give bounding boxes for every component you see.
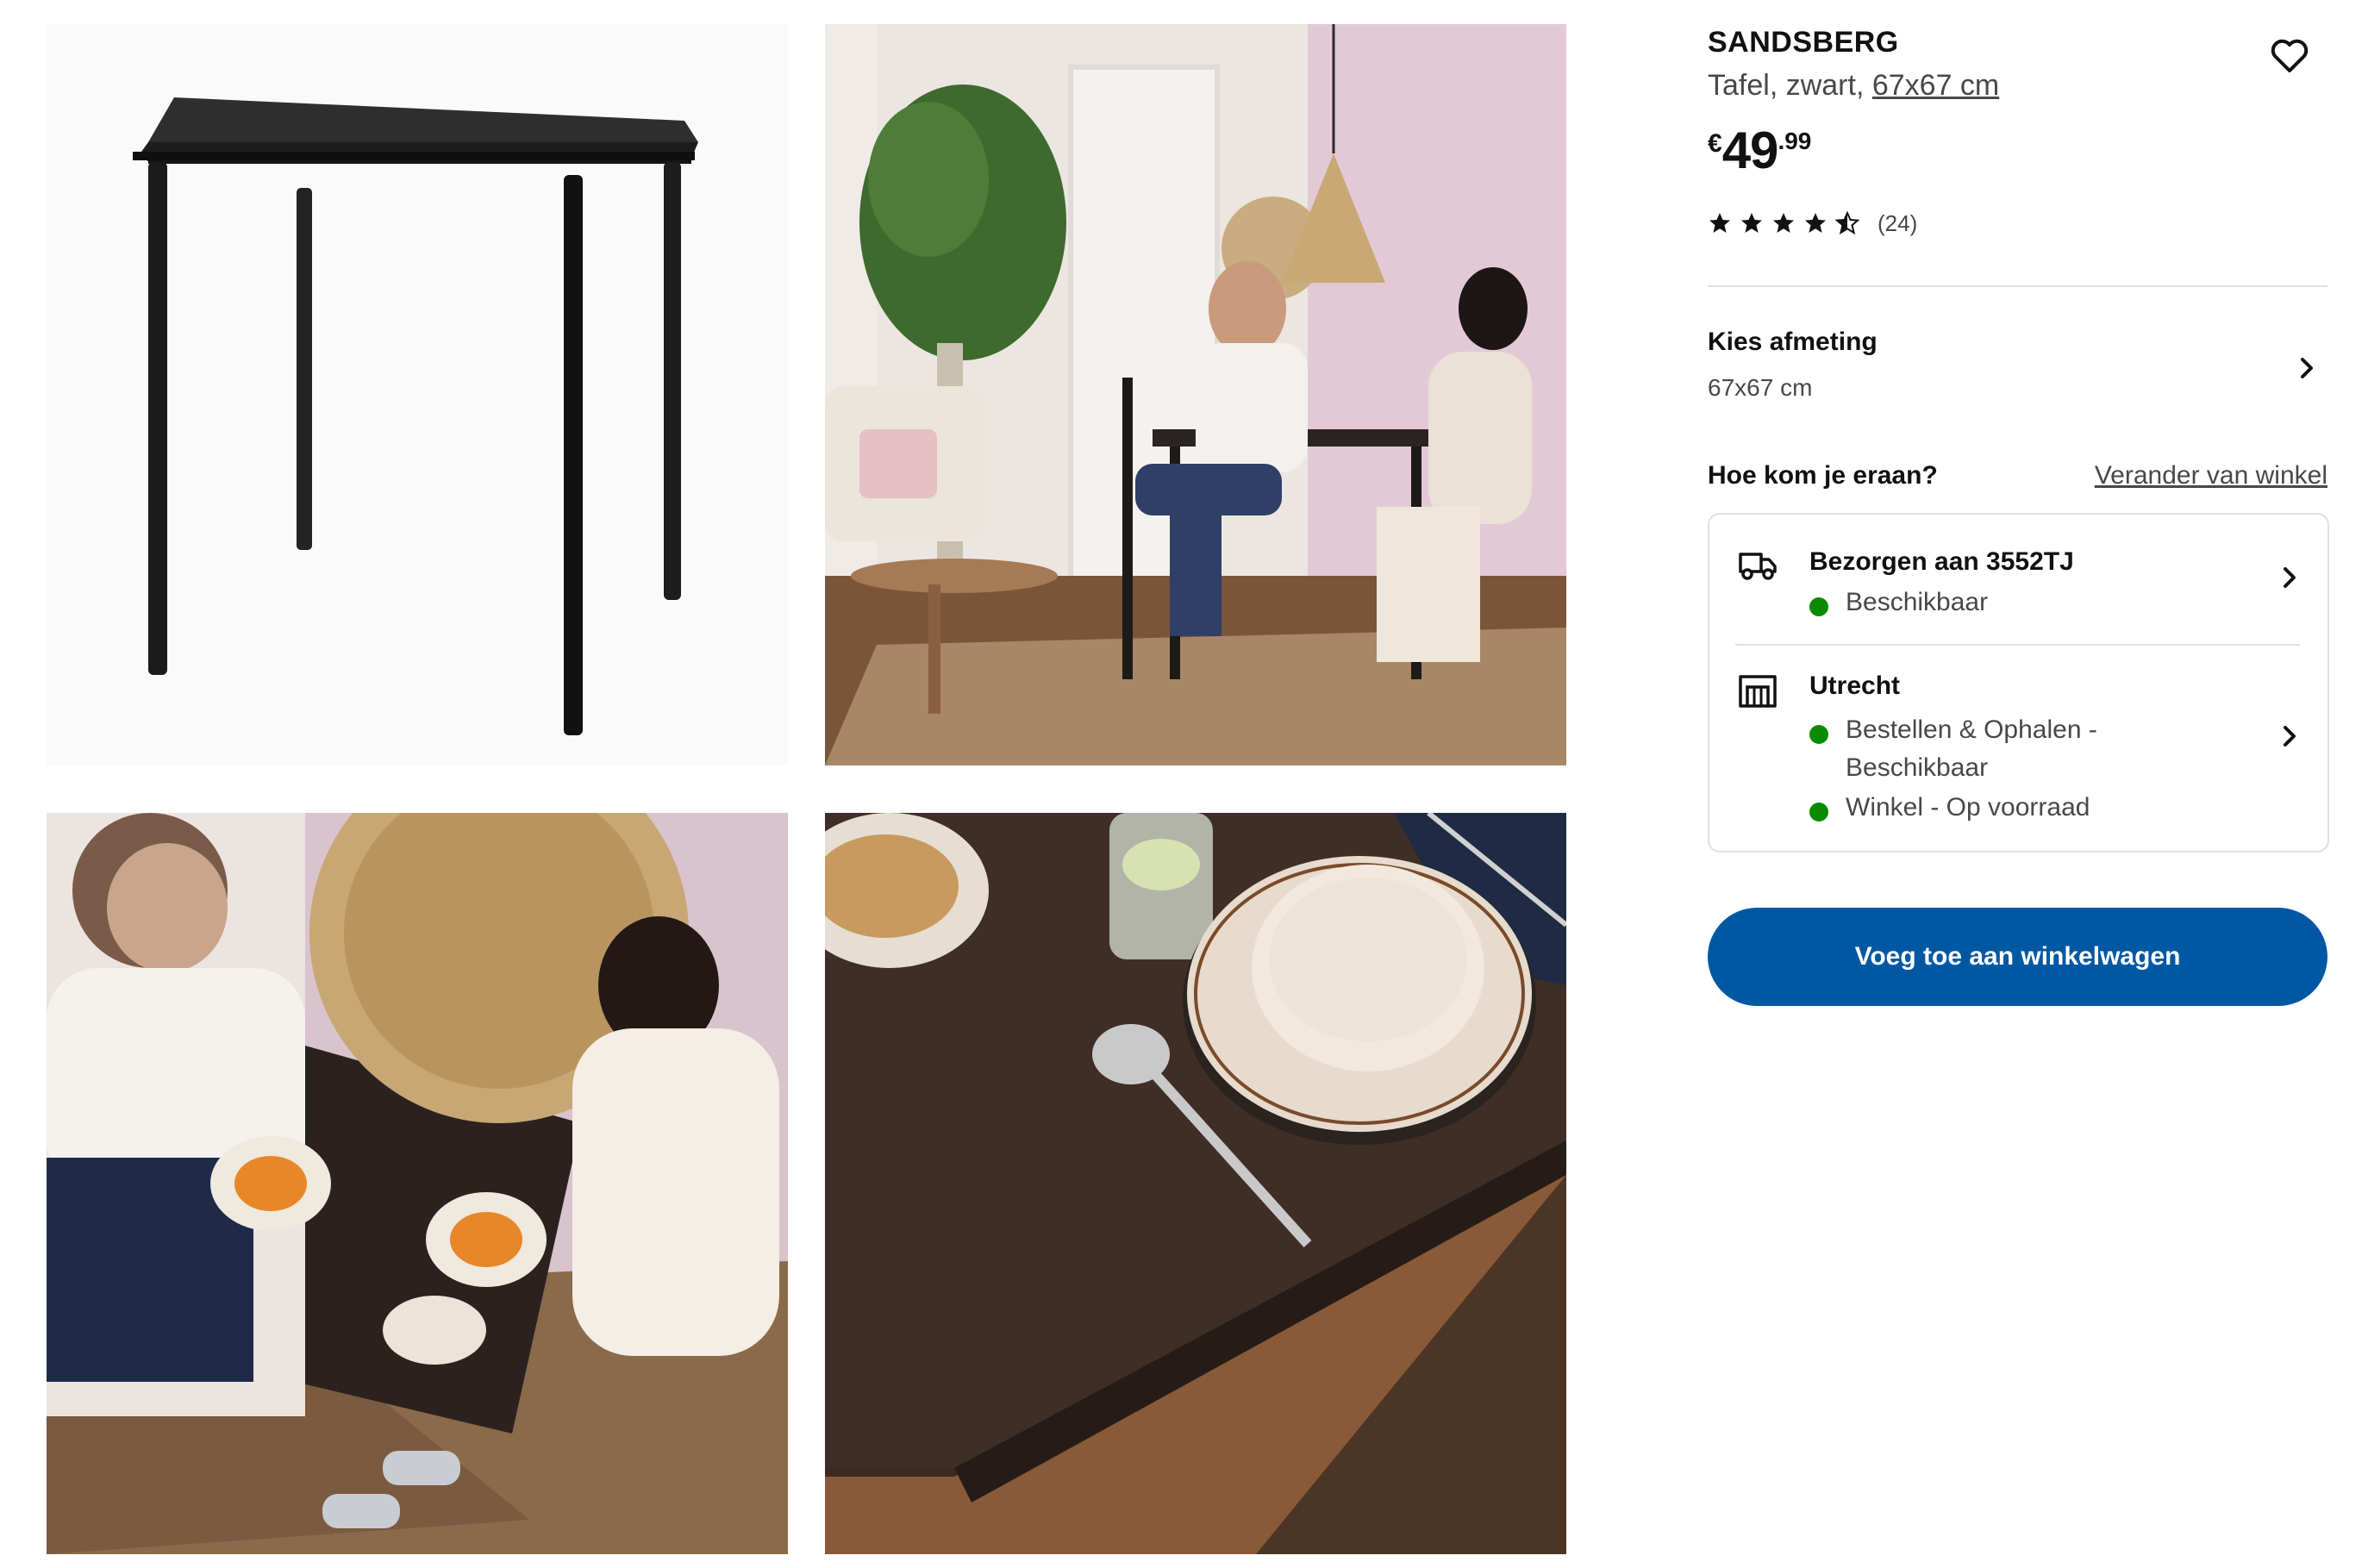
price: €49.99 xyxy=(1708,121,1811,181)
room-scene-illustration xyxy=(825,24,1566,765)
star-full-icon xyxy=(1773,213,1794,233)
store-title: Utrecht xyxy=(1809,672,1901,700)
product-info-panel: SANDSBERG Tafel, zwart, 67x67 cm €49.99 … xyxy=(1708,0,2329,1568)
store-status-pickup: Bestellen & Ophalen - Beschikbaar xyxy=(1809,715,2189,787)
product-description: Tafel, zwart, 67x67 cm xyxy=(1708,69,1999,103)
room-scene-image[interactable] xyxy=(825,24,1566,765)
chevron-right-icon xyxy=(2301,358,2313,378)
rating[interactable]: (24) xyxy=(1708,210,1917,236)
favorite-button[interactable] xyxy=(2270,38,2309,74)
divider xyxy=(1708,285,2327,287)
availability-heading: Hoe kom je eraan? xyxy=(1708,461,1938,490)
store-icon xyxy=(1739,675,1777,708)
price-currency: € xyxy=(1708,129,1722,158)
delivery-option[interactable]: Bezorgen aan 3552TJ Beschikbaar xyxy=(1709,515,2327,644)
add-to-cart-button[interactable]: Voeg toe aan winkelwagen xyxy=(1708,908,2327,1006)
star-half-icon xyxy=(1835,211,1859,235)
delivery-title: Bezorgen aan 3552TJ xyxy=(1809,547,2074,576)
status-dot xyxy=(1809,803,1828,821)
tabletop-detail-illustration xyxy=(825,813,1566,1554)
chevron-right-icon xyxy=(2284,567,2296,588)
product-name: SANDSBERG xyxy=(1708,26,1899,59)
size-value: 67x67 cm xyxy=(1708,374,1813,401)
price-whole: 49 xyxy=(1721,122,1779,179)
truck-icon xyxy=(1739,553,1777,580)
chevron-right-icon xyxy=(2284,726,2296,747)
table-product-illustration xyxy=(47,24,788,765)
tabletop-detail-image[interactable] xyxy=(825,813,1566,1554)
product-type: Tafel, zwart, xyxy=(1708,69,1872,102)
size-label: Kies afmeting xyxy=(1708,328,1878,356)
availability-card: Bezorgen aan 3552TJ Beschikbaar Utrecht … xyxy=(1708,513,2329,853)
heart-icon xyxy=(2271,39,2309,72)
product-size-link[interactable]: 67x67 cm xyxy=(1872,69,1999,102)
store-status-stock: Winkel - Op voorraad xyxy=(1809,793,2090,827)
star-full-icon xyxy=(1741,213,1762,233)
top-view-illustration xyxy=(47,813,788,1554)
price-decimal: .99 xyxy=(1778,128,1812,154)
star-full-icon xyxy=(1709,213,1730,233)
status-dot xyxy=(1809,725,1828,744)
store-option[interactable]: Utrecht Bestellen & Ophalen - Beschikbaa… xyxy=(1709,646,2327,851)
review-count: (24) xyxy=(1878,209,1918,236)
size-selector[interactable]: Kies afmeting 67x67 cm xyxy=(1708,319,2327,414)
star-full-icon xyxy=(1805,213,1826,233)
delivery-status: Beschikbaar xyxy=(1809,588,1988,622)
change-store-link[interactable]: Verander van winkel xyxy=(2095,461,2327,490)
top-view-image[interactable] xyxy=(47,813,788,1554)
status-dot xyxy=(1809,597,1828,616)
product-image-main[interactable] xyxy=(47,24,788,765)
